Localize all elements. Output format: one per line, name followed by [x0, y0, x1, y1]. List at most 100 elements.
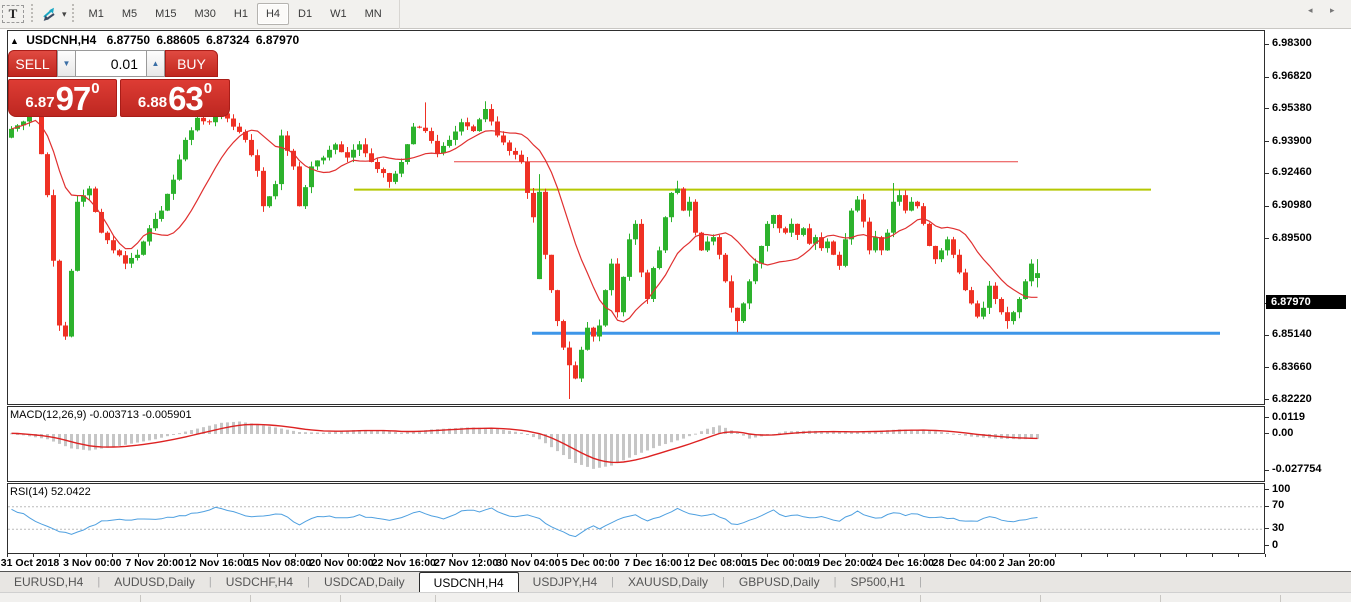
date-tick: [1134, 554, 1135, 557]
axis-tick: [1265, 238, 1269, 239]
price-axis-label: 6.83660: [1272, 361, 1312, 373]
volume-decrease-button[interactable]: ▼: [57, 50, 76, 77]
axis-tick: [1265, 489, 1269, 490]
buy-price-display[interactable]: 6.88 63 0: [120, 79, 230, 117]
one-click-trade-panel: SELL ▼ ▲ BUY 6.87 97 0 6.88 63 0: [8, 50, 230, 117]
axis-tick: [1265, 399, 1269, 400]
volume-input[interactable]: [76, 50, 146, 77]
macd-axis-label: 0.0119: [1272, 411, 1305, 423]
timeframe-button-h1[interactable]: H1: [225, 3, 257, 25]
toolbar-grip[interactable]: [70, 4, 77, 24]
macd-canvas: [8, 407, 1264, 481]
axis-tick: [1265, 470, 1269, 471]
date-axis-label: 31 Oct 2018: [1, 557, 59, 569]
buy-button[interactable]: BUY: [165, 50, 218, 77]
ohlc-open: 6.87750: [107, 33, 150, 47]
date-axis-label: 2 Jan 20:00: [998, 557, 1055, 569]
sell-price-display[interactable]: 6.87 97 0: [8, 79, 117, 117]
axis-tick: [1265, 44, 1269, 45]
date-axis-label: 12 Nov 16:00: [185, 557, 249, 569]
chart-tab-usdchf[interactable]: USDCHF,H4: [212, 572, 307, 592]
status-separator: [340, 595, 341, 602]
date-axis[interactable]: 31 Oct 20183 Nov 00:007 Nov 20:0012 Nov …: [7, 554, 1265, 571]
price-axis-label: 6.93900: [1272, 135, 1312, 147]
macd-indicator-pane[interactable]: [7, 406, 1265, 482]
chart-tab-usdcad[interactable]: USDCAD,Daily: [310, 572, 419, 592]
chart-tab-xauusd[interactable]: XAUUSD,Daily: [614, 572, 722, 592]
rsi-axis-label: 30: [1272, 522, 1284, 534]
chart-tab-usdjpy[interactable]: USDJPY,H4: [519, 572, 611, 592]
timeframe-button-m5[interactable]: M5: [113, 3, 146, 25]
toolbar-grip[interactable]: [28, 4, 35, 24]
rsi-indicator-pane[interactable]: [7, 483, 1265, 554]
axis-tick: [1265, 367, 1269, 368]
date-axis-label: 30 Nov 04:00: [496, 557, 560, 569]
date-tick: [1212, 554, 1213, 557]
tab-separator: |: [919, 572, 922, 592]
axis-tick: [1265, 528, 1269, 529]
date-axis-label: 15 Nov 08:00: [247, 557, 311, 569]
price-axis-label: 6.96820: [1272, 70, 1312, 82]
rsi-axis-label: 0: [1272, 539, 1278, 551]
date-tick: [1107, 554, 1108, 557]
tab-scroll-left-icon[interactable]: ◂: [1308, 5, 1313, 16]
rsi-axis-label: 70: [1272, 499, 1284, 511]
macd-axis-label: 0.00: [1272, 427, 1293, 439]
price-axis-label: 6.85140: [1272, 328, 1312, 340]
sell-button[interactable]: SELL: [8, 50, 57, 77]
chart-tab-eurusd[interactable]: EURUSD,H4: [0, 572, 97, 592]
chart-tab-gbpusd[interactable]: GBPUSD,Daily: [725, 572, 834, 592]
top-toolbar: T ▾ M1M5M15M30H1H4D1W1MN: [0, 0, 1351, 29]
date-axis-label: 3 Nov 00:00: [63, 557, 121, 569]
rsi-axis-label: 100: [1272, 483, 1290, 495]
buy-price-pips: 63: [168, 84, 203, 114]
macd-histogram: [10, 422, 1039, 469]
date-axis-label: 24 Dec 16:00: [870, 557, 934, 569]
arrows-tool-icon[interactable]: [39, 4, 59, 24]
chart-tab-sp500[interactable]: SP500,H1: [836, 572, 919, 592]
axis-tick: [1265, 506, 1269, 507]
date-axis-label: 7 Dec 16:00: [624, 557, 682, 569]
date-tick: [1160, 554, 1161, 557]
timeframe-button-m15[interactable]: M15: [146, 3, 185, 25]
date-axis-label: 28 Dec 04:00: [933, 557, 997, 569]
text-tool-icon[interactable]: T: [2, 5, 24, 23]
axis-tick: [1265, 335, 1269, 336]
arrows-dropdown-caret[interactable]: ▾: [62, 9, 67, 20]
price-axis-label: 6.90980: [1272, 199, 1312, 211]
date-axis-label: 22 Nov 16:00: [372, 557, 436, 569]
date-axis-label: 20 Nov 00:00: [309, 557, 373, 569]
sell-price-pips: 97: [56, 84, 91, 114]
sell-price-base: 6.87: [25, 92, 54, 114]
chart-tab-audusd[interactable]: AUDUSD,Daily: [100, 572, 209, 592]
chart-symbol: USDCNH,H4: [26, 33, 96, 47]
timeframe-button-d1[interactable]: D1: [289, 3, 321, 25]
chart-tab-usdcnh[interactable]: USDCNH,H4: [419, 572, 519, 592]
date-axis-label: 19 Dec 20:00: [808, 557, 872, 569]
price-axis[interactable]: 6.983006.968206.953806.939006.924606.909…: [1265, 30, 1351, 554]
timeframe-toolbar: M1M5M15M30H1H4D1W1MN: [80, 0, 400, 29]
timeframe-button-w1[interactable]: W1: [321, 3, 356, 25]
timeframe-button-m1[interactable]: M1: [80, 3, 113, 25]
ohlc-low: 6.87324: [206, 33, 249, 47]
axis-tick: [1265, 77, 1269, 78]
timeframe-button-h4[interactable]: H4: [257, 3, 289, 25]
current-price-tag: 6.87970: [1266, 295, 1346, 309]
tab-scroll-right-icon[interactable]: ▸: [1330, 5, 1335, 16]
macd-signal-value: -0.005901: [142, 409, 192, 421]
ohlc-high: 6.88605: [156, 33, 199, 47]
axis-tick: [1265, 173, 1269, 174]
collapse-triangle-icon[interactable]: ▲: [10, 36, 19, 46]
macd-signal-line: [12, 425, 1038, 463]
price-axis-label: 6.92460: [1272, 166, 1312, 178]
date-axis-label: 5 Dec 00:00: [562, 557, 620, 569]
timeframe-button-mn[interactable]: MN: [356, 3, 391, 25]
timeframe-button-m30[interactable]: M30: [186, 3, 225, 25]
date-axis-label: 15 Dec 00:00: [746, 557, 810, 569]
date-tick: [1081, 554, 1082, 557]
volume-increase-button[interactable]: ▲: [146, 50, 165, 77]
axis-tick: [1265, 433, 1269, 434]
price-axis-label: 6.98300: [1272, 37, 1312, 49]
buy-price-base: 6.88: [138, 92, 167, 114]
rsi-line: [12, 507, 1038, 536]
